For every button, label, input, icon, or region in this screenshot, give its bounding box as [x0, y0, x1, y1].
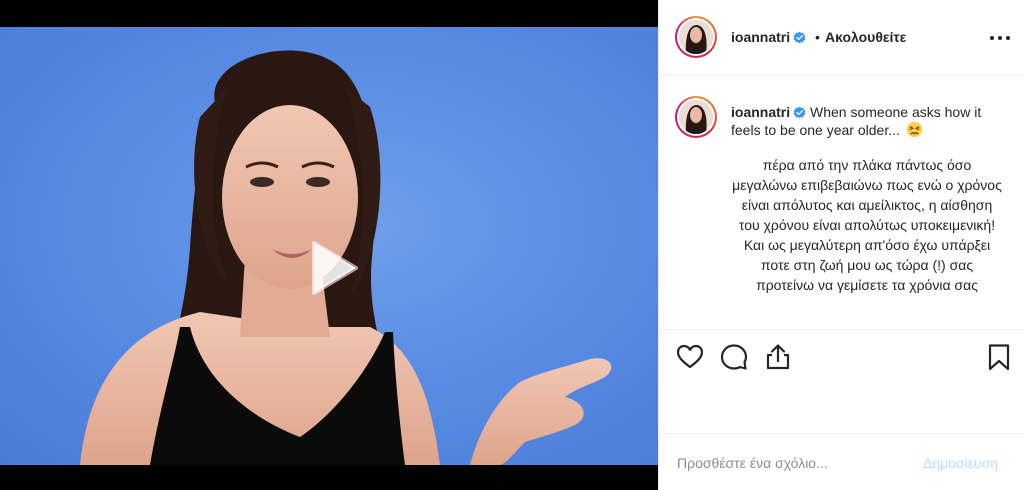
profile-photo: [679, 100, 713, 134]
verified-badge-icon: [793, 106, 806, 119]
caption-username-link[interactable]: ioannatri: [731, 104, 790, 120]
comment-icon[interactable]: [719, 342, 749, 372]
separator-dot: •: [815, 29, 820, 45]
following-button[interactable]: Ακολουθείτε: [825, 29, 906, 45]
action-bar: [659, 329, 1024, 433]
bookmark-icon[interactable]: [984, 342, 1014, 372]
post-header: ioannatri • Ακολουθείτε: [659, 0, 1024, 76]
comment-input[interactable]: [677, 452, 917, 474]
post-media: [0, 0, 658, 490]
play-icon[interactable]: [296, 233, 366, 303]
caption-avatar[interactable]: [675, 96, 717, 138]
persevering-face-emoji: [906, 121, 922, 138]
more-options-icon[interactable]: [989, 28, 1011, 48]
avatar[interactable]: [675, 16, 717, 58]
caption-headline: ioannatri When someone asks how it feels…: [731, 103, 1003, 139]
comment-bar: Δημοσίευση: [659, 433, 1024, 490]
share-icon[interactable]: [763, 342, 793, 372]
post-side-panel: ioannatri • Ακολουθείτε ioannatri When s…: [658, 0, 1024, 490]
verified-badge-icon: [793, 31, 806, 44]
video-player[interactable]: [0, 27, 658, 465]
post-comment-button[interactable]: Δημοσίευση: [923, 455, 998, 471]
caption-body: πέρα από την πλάκα πάντως όσο μεγαλώνω ε…: [732, 157, 1002, 293]
caption-area[interactable]: ioannatri When someone asks how it feels…: [659, 77, 1024, 329]
heart-icon[interactable]: [675, 342, 705, 372]
profile-photo: [679, 20, 713, 54]
username-link[interactable]: ioannatri: [731, 29, 806, 45]
